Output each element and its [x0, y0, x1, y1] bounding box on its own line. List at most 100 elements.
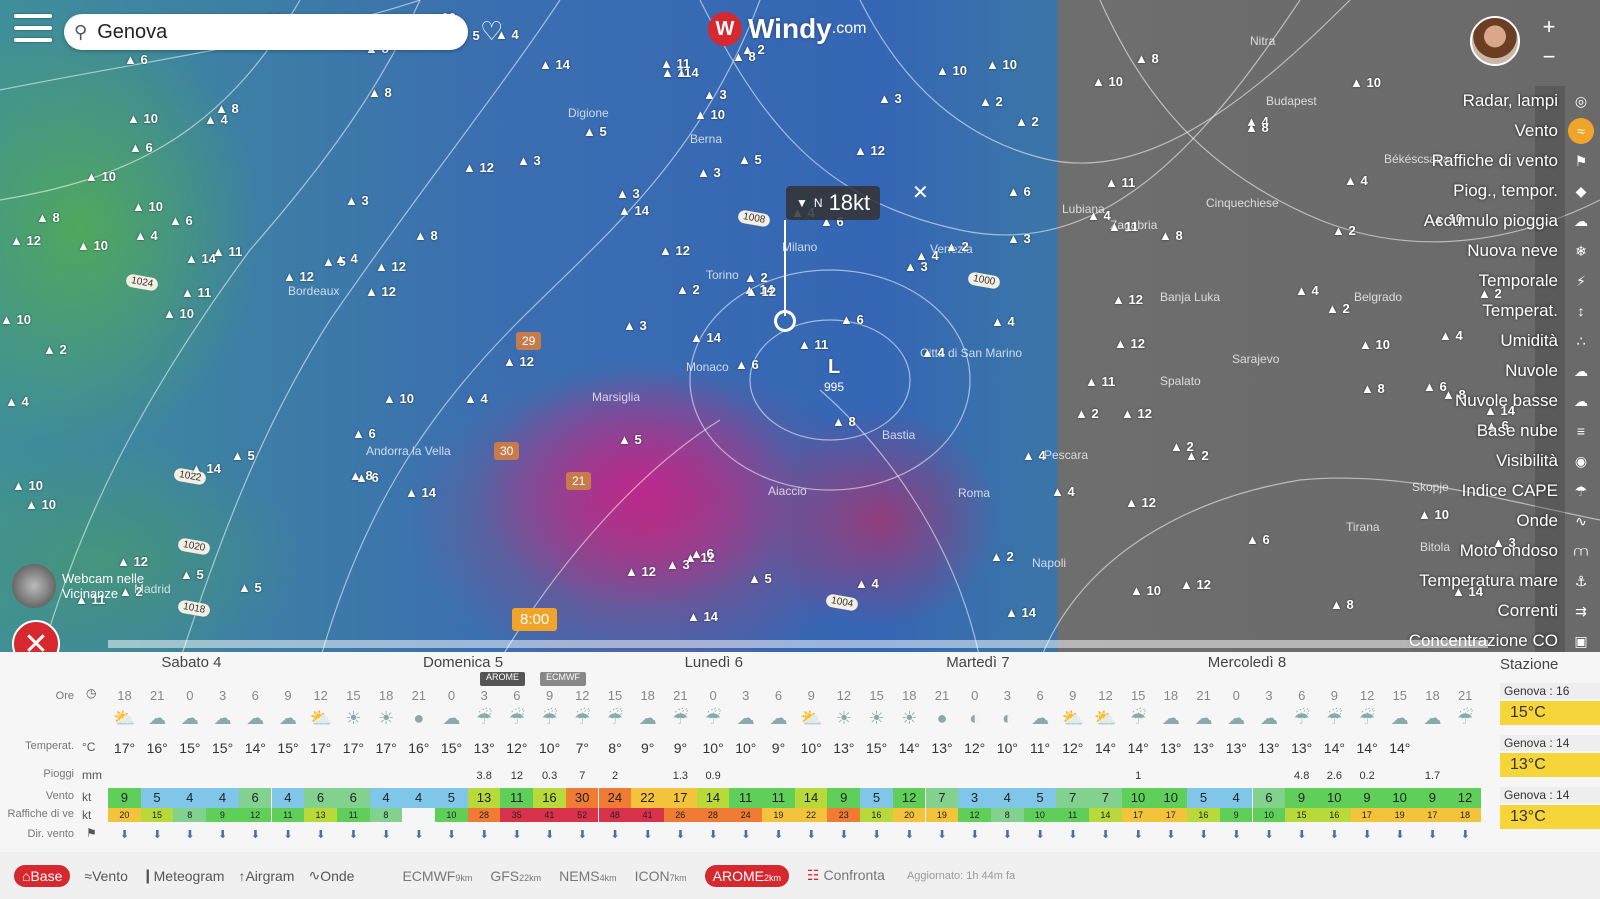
- layer-label: Accumulo pioggia: [1423, 211, 1558, 230]
- close-picker-icon[interactable]: ✕: [912, 180, 929, 205]
- model-nems[interactable]: NEMS4km: [559, 868, 616, 884]
- layer-item[interactable]: Indice CAPE ☂: [1260, 476, 1600, 506]
- sea-temp-icon[interactable]: ⚓: [1568, 568, 1594, 594]
- currents-icon[interactable]: ⇉: [1568, 598, 1594, 624]
- layer-item[interactable]: Temperat. ↕: [1260, 296, 1600, 326]
- model-ecmwf[interactable]: ECMWF9km: [402, 868, 472, 884]
- cloudy-icon: ☁: [769, 708, 788, 728]
- layer-item[interactable]: Correnti ⇉: [1260, 596, 1600, 626]
- layer-item[interactable]: Temperatura mare ⚓: [1260, 566, 1600, 596]
- favorite-heart-icon[interactable]: ♡: [480, 16, 503, 47]
- webcam-thumbnail[interactable]: [12, 564, 56, 608]
- wind-dir-arrow-icon: ⬇: [1133, 829, 1143, 841]
- wind-cell: 5: [1187, 788, 1220, 808]
- radar-icon[interactable]: ◎: [1568, 88, 1594, 114]
- hour-cell: 21: [673, 688, 688, 703]
- row-label-wind: Vento: [45, 790, 74, 802]
- station-item[interactable]: Genova : 14 13°C: [1500, 735, 1600, 777]
- layer-item[interactable]: Temporale ⚡: [1260, 266, 1600, 296]
- humidity-icon[interactable]: ∴: [1568, 328, 1594, 354]
- wind-arrow-icon: ▲ 3: [666, 557, 690, 572]
- layer-item[interactable]: Base nube ≡: [1260, 416, 1600, 446]
- wind-arrow-icon: ▲ 12: [10, 233, 41, 248]
- user-avatar[interactable]: [1470, 16, 1520, 66]
- location-picker[interactable]: [774, 310, 796, 332]
- wind-dir-arrow-icon: ⬇: [1002, 829, 1012, 841]
- model-icon[interactable]: ICON7km: [635, 868, 687, 884]
- wind-arrow-icon: ▲ 2: [43, 342, 67, 357]
- layer-item[interactable]: Visibilità ◉: [1260, 446, 1600, 476]
- layer-item[interactable]: Umidità ∴: [1260, 326, 1600, 356]
- timeline-bar[interactable]: [108, 640, 1488, 648]
- gust-cell: 12: [958, 808, 991, 822]
- tab-base[interactable]: ⌂ Base: [14, 864, 71, 887]
- wind-dir-arrow-icon: ⬇: [937, 829, 947, 841]
- layer-item[interactable]: Nuvole ☁: [1260, 356, 1600, 386]
- place-label: Torino: [706, 268, 739, 282]
- temp-cell: 14°: [1356, 740, 1378, 756]
- thermometer-icon[interactable]: ↕: [1568, 298, 1594, 324]
- swell-icon[interactable]: ⩋: [1568, 538, 1594, 564]
- wind-cell: 11: [729, 788, 762, 808]
- drop-icon[interactable]: ◆: [1568, 178, 1594, 204]
- wind-arrow-icon: ▲ 8: [36, 210, 60, 225]
- layer-item[interactable]: Moto ondoso ⩋: [1260, 536, 1600, 566]
- hour-cell: 18: [1163, 688, 1179, 703]
- layer-item[interactable]: Nuvole basse ☁: [1260, 386, 1600, 416]
- layer-item[interactable]: Raffiche di vento ⚑: [1260, 146, 1600, 176]
- cloud-icon[interactable]: ☁: [1568, 358, 1594, 384]
- gust-flag-icon[interactable]: ⚑: [1568, 148, 1594, 174]
- moon-icon: ◐: [1001, 708, 1013, 728]
- compare-button[interactable]: ☷ Confronta: [807, 867, 885, 884]
- hamburger-menu-icon[interactable]: [14, 14, 52, 48]
- layer-item[interactable]: Nuova neve ❄: [1260, 236, 1600, 266]
- eye-icon[interactable]: ◉: [1568, 448, 1594, 474]
- timeline-time-badge[interactable]: 8:00: [512, 608, 558, 631]
- station-item[interactable]: Genova : 14 13°C: [1500, 787, 1600, 829]
- nearby-webcam[interactable]: Webcam nelle Vicinanze: [12, 564, 152, 608]
- forecast-bottom-bar: ⌂ Base ≈ Vento ❙ Meteogram ↑ Airgram ∿ Onde E…: [0, 852, 1600, 899]
- wind-cell: 7: [925, 788, 959, 808]
- waves-icon[interactable]: ∿: [1568, 508, 1594, 534]
- cape-icon[interactable]: ☂: [1568, 478, 1594, 504]
- wind-icon[interactable]: ≈: [1568, 118, 1594, 144]
- model-arome[interactable]: AROME2km: [704, 864, 789, 887]
- co-icon[interactable]: ▣: [1568, 628, 1594, 654]
- wind-cell: 4: [990, 788, 1024, 808]
- search-box[interactable]: ⚲: [64, 14, 468, 50]
- tab-vento[interactable]: ≈ Vento: [84, 868, 128, 884]
- wind-arrow-icon: ▲ 2: [945, 239, 969, 254]
- windy-logo-tld: .com: [831, 20, 867, 37]
- low-cloud-icon[interactable]: ☁: [1568, 388, 1594, 414]
- cloud-base-icon[interactable]: ≡: [1568, 418, 1594, 444]
- rain-icon: ☔: [705, 708, 722, 728]
- layer-item[interactable]: Vento ≈: [1260, 116, 1600, 146]
- search-input[interactable]: [95, 19, 440, 45]
- unit-gust: kt: [82, 808, 92, 822]
- wind-arrow-icon: ▲ 6: [1007, 184, 1031, 199]
- layer-item[interactable]: Piog., tempor. ◆: [1260, 176, 1600, 206]
- place-label: Berna: [690, 132, 723, 146]
- cloudy-icon: ☁: [279, 708, 297, 728]
- layer-item[interactable]: Accumulo pioggia ☁: [1260, 206, 1600, 236]
- temp-cell: 15°: [277, 740, 299, 756]
- layer-item[interactable]: Radar, lampi ◎: [1260, 86, 1600, 116]
- snowflake-icon[interactable]: ❄: [1568, 238, 1594, 264]
- tab-onde[interactable]: ∿ Onde: [308, 867, 354, 884]
- tab-airgram[interactable]: ↑ Airgram: [238, 868, 294, 884]
- thunderstorm-icon[interactable]: ⚡: [1568, 268, 1594, 294]
- rain-accumulation-icon[interactable]: ☁: [1568, 208, 1594, 234]
- station-panel: Stazione Genova : 16 15°C Genova : 14 13°C G…: [1490, 656, 1600, 829]
- layer-label: Nuvole basse: [1454, 391, 1558, 410]
- layer-item[interactable]: Onde ∿: [1260, 506, 1600, 536]
- zoom-in-icon[interactable]: +: [1538, 16, 1560, 38]
- wind-dir-arrow-icon: ⬇: [348, 829, 358, 841]
- gust-cell: 16: [1187, 808, 1220, 822]
- hour-cell: 18: [902, 688, 917, 703]
- gust-cell: 8: [990, 808, 1024, 822]
- wind-dir-arrow-icon: ⬇: [316, 829, 326, 841]
- tab-meteogram[interactable]: ❙ Meteogram: [142, 867, 225, 884]
- zoom-out-icon[interactable]: −: [1538, 46, 1560, 68]
- station-item[interactable]: Genova : 16 15°C: [1500, 683, 1600, 725]
- model-gfs[interactable]: GFS22km: [490, 868, 541, 884]
